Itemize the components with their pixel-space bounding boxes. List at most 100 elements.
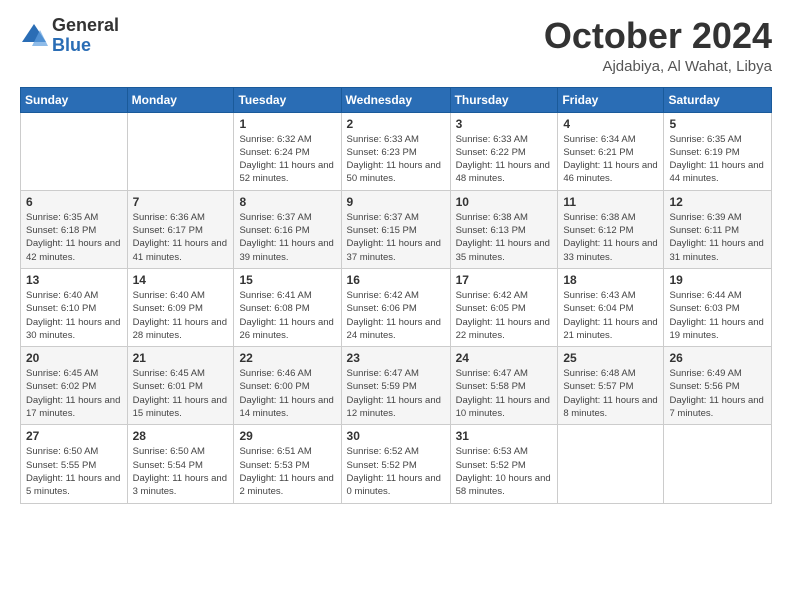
day-number: 5 — [669, 117, 766, 131]
calendar-cell: 15 Sunrise: 6:41 AM Sunset: 6:08 PM Dayli… — [234, 268, 341, 346]
day-info: Sunrise: 6:52 AM Sunset: 5:52 PM Dayligh… — [347, 445, 445, 498]
day-info: Sunrise: 6:38 AM Sunset: 6:13 PM Dayligh… — [456, 211, 553, 264]
day-info: Sunrise: 6:50 AM Sunset: 5:54 PM Dayligh… — [133, 445, 229, 498]
day-number: 14 — [133, 273, 229, 287]
calendar-cell: 21 Sunrise: 6:45 AM Sunset: 6:01 PM Dayli… — [127, 347, 234, 425]
day-number: 12 — [669, 195, 766, 209]
calendar-cell — [664, 425, 772, 503]
location: Ajdabiya, Al Wahat, Libya — [544, 58, 772, 75]
day-number: 30 — [347, 429, 445, 443]
day-info: Sunrise: 6:47 AM Sunset: 5:59 PM Dayligh… — [347, 367, 445, 420]
day-number: 10 — [456, 195, 553, 209]
calendar-cell: 30 Sunrise: 6:52 AM Sunset: 5:52 PM Dayli… — [341, 425, 450, 503]
day-info: Sunrise: 6:44 AM Sunset: 6:03 PM Dayligh… — [669, 289, 766, 342]
logo-general-label: General — [52, 16, 119, 36]
day-number: 28 — [133, 429, 229, 443]
month-title: October 2024 — [544, 16, 772, 56]
calendar-cell: 7 Sunrise: 6:36 AM Sunset: 6:17 PM Daylig… — [127, 190, 234, 268]
day-info: Sunrise: 6:34 AM Sunset: 6:21 PM Dayligh… — [563, 133, 658, 186]
day-info: Sunrise: 6:36 AM Sunset: 6:17 PM Dayligh… — [133, 211, 229, 264]
day-number: 22 — [239, 351, 335, 365]
day-number: 8 — [239, 195, 335, 209]
day-number: 7 — [133, 195, 229, 209]
day-number: 24 — [456, 351, 553, 365]
page: General Blue October 2024 Ajdabiya, Al W… — [0, 0, 792, 612]
calendar-week-4: 20 Sunrise: 6:45 AM Sunset: 6:02 PM Dayli… — [21, 347, 772, 425]
day-number: 9 — [347, 195, 445, 209]
calendar-cell: 5 Sunrise: 6:35 AM Sunset: 6:19 PM Daylig… — [664, 112, 772, 190]
day-number: 21 — [133, 351, 229, 365]
calendar-cell: 19 Sunrise: 6:44 AM Sunset: 6:03 PM Dayli… — [664, 268, 772, 346]
day-info: Sunrise: 6:35 AM Sunset: 6:18 PM Dayligh… — [26, 211, 122, 264]
calendar-header-friday: Friday — [558, 87, 664, 112]
day-info: Sunrise: 6:46 AM Sunset: 6:00 PM Dayligh… — [239, 367, 335, 420]
day-number: 17 — [456, 273, 553, 287]
calendar-cell: 26 Sunrise: 6:49 AM Sunset: 5:56 PM Dayli… — [664, 347, 772, 425]
calendar-cell: 13 Sunrise: 6:40 AM Sunset: 6:10 PM Dayli… — [21, 268, 128, 346]
calendar-header-monday: Monday — [127, 87, 234, 112]
calendar-cell: 23Sunrise: 6:47 AM Sunset: 5:59 PM Dayli… — [341, 347, 450, 425]
calendar-cell: 28 Sunrise: 6:50 AM Sunset: 5:54 PM Dayli… — [127, 425, 234, 503]
calendar-cell — [127, 112, 234, 190]
day-info: Sunrise: 6:51 AM Sunset: 5:53 PM Dayligh… — [239, 445, 335, 498]
calendar-cell: 6Sunrise: 6:35 AM Sunset: 6:18 PM Daylig… — [21, 190, 128, 268]
day-number: 11 — [563, 195, 658, 209]
day-info: Sunrise: 6:45 AM Sunset: 6:01 PM Dayligh… — [133, 367, 229, 420]
calendar-cell: 18Sunrise: 6:43 AM Sunset: 6:04 PM Dayli… — [558, 268, 664, 346]
day-info: Sunrise: 6:50 AM Sunset: 5:55 PM Dayligh… — [26, 445, 122, 498]
logo-blue-label: Blue — [52, 36, 119, 56]
header: General Blue October 2024 Ajdabiya, Al W… — [20, 16, 772, 75]
calendar-week-2: 6Sunrise: 6:35 AM Sunset: 6:18 PM Daylig… — [21, 190, 772, 268]
day-info: Sunrise: 6:41 AM Sunset: 6:08 PM Dayligh… — [239, 289, 335, 342]
day-info: Sunrise: 6:45 AM Sunset: 6:02 PM Dayligh… — [26, 367, 122, 420]
day-number: 27 — [26, 429, 122, 443]
day-number: 25 — [563, 351, 658, 365]
day-info: Sunrise: 6:49 AM Sunset: 5:56 PM Dayligh… — [669, 367, 766, 420]
calendar-cell: 17 Sunrise: 6:42 AM Sunset: 6:05 PM Dayli… — [450, 268, 558, 346]
day-info: Sunrise: 6:53 AM Sunset: 5:52 PM Dayligh… — [456, 445, 553, 498]
day-info: Sunrise: 6:33 AM Sunset: 6:23 PM Dayligh… — [347, 133, 445, 186]
logo: General Blue — [20, 16, 119, 56]
day-number: 29 — [239, 429, 335, 443]
calendar-cell: 20 Sunrise: 6:45 AM Sunset: 6:02 PM Dayli… — [21, 347, 128, 425]
day-number: 20 — [26, 351, 122, 365]
calendar-cell: 10 Sunrise: 6:38 AM Sunset: 6:13 PM Dayli… — [450, 190, 558, 268]
calendar-cell: 11 Sunrise: 6:38 AM Sunset: 6:12 PM Dayli… — [558, 190, 664, 268]
day-info: Sunrise: 6:39 AM Sunset: 6:11 PM Dayligh… — [669, 211, 766, 264]
day-number: 15 — [239, 273, 335, 287]
calendar-cell: 22 Sunrise: 6:46 AM Sunset: 6:00 PM Dayli… — [234, 347, 341, 425]
calendar-cell: 4Sunrise: 6:34 AM Sunset: 6:21 PM Daylig… — [558, 112, 664, 190]
calendar-cell — [558, 425, 664, 503]
calendar-cell: 29 Sunrise: 6:51 AM Sunset: 5:53 PM Dayli… — [234, 425, 341, 503]
day-info: Sunrise: 6:37 AM Sunset: 6:15 PM Dayligh… — [347, 211, 445, 264]
calendar-cell: 16Sunrise: 6:42 AM Sunset: 6:06 PM Dayli… — [341, 268, 450, 346]
day-number: 13 — [26, 273, 122, 287]
day-number: 3 — [456, 117, 553, 131]
calendar-cell: 14Sunrise: 6:40 AM Sunset: 6:09 PM Dayli… — [127, 268, 234, 346]
day-info: Sunrise: 6:42 AM Sunset: 6:05 PM Dayligh… — [456, 289, 553, 342]
day-number: 2 — [347, 117, 445, 131]
day-number: 1 — [239, 117, 335, 131]
day-info: Sunrise: 6:47 AM Sunset: 5:58 PM Dayligh… — [456, 367, 553, 420]
calendar-cell: 1Sunrise: 6:32 AM Sunset: 6:24 PM Daylig… — [234, 112, 341, 190]
day-info: Sunrise: 6:33 AM Sunset: 6:22 PM Dayligh… — [456, 133, 553, 186]
calendar-header-sunday: Sunday — [21, 87, 128, 112]
calendar-week-1: 1Sunrise: 6:32 AM Sunset: 6:24 PM Daylig… — [21, 112, 772, 190]
day-number: 19 — [669, 273, 766, 287]
calendar-cell: 8 Sunrise: 6:37 AM Sunset: 6:16 PM Daylig… — [234, 190, 341, 268]
calendar-cell: 12 Sunrise: 6:39 AM Sunset: 6:11 PM Dayli… — [664, 190, 772, 268]
day-number: 26 — [669, 351, 766, 365]
day-number: 31 — [456, 429, 553, 443]
calendar-header-thursday: Thursday — [450, 87, 558, 112]
day-info: Sunrise: 6:37 AM Sunset: 6:16 PM Dayligh… — [239, 211, 335, 264]
calendar-cell: 3 Sunrise: 6:33 AM Sunset: 6:22 PM Daylig… — [450, 112, 558, 190]
calendar-week-3: 13 Sunrise: 6:40 AM Sunset: 6:10 PM Dayli… — [21, 268, 772, 346]
day-info: Sunrise: 6:40 AM Sunset: 6:10 PM Dayligh… — [26, 289, 122, 342]
day-number: 18 — [563, 273, 658, 287]
title-area: October 2024 Ajdabiya, Al Wahat, Libya — [544, 16, 772, 75]
calendar-header-tuesday: Tuesday — [234, 87, 341, 112]
calendar-header-saturday: Saturday — [664, 87, 772, 112]
day-info: Sunrise: 6:38 AM Sunset: 6:12 PM Dayligh… — [563, 211, 658, 264]
calendar-cell: 9 Sunrise: 6:37 AM Sunset: 6:15 PM Daylig… — [341, 190, 450, 268]
day-info: Sunrise: 6:35 AM Sunset: 6:19 PM Dayligh… — [669, 133, 766, 186]
